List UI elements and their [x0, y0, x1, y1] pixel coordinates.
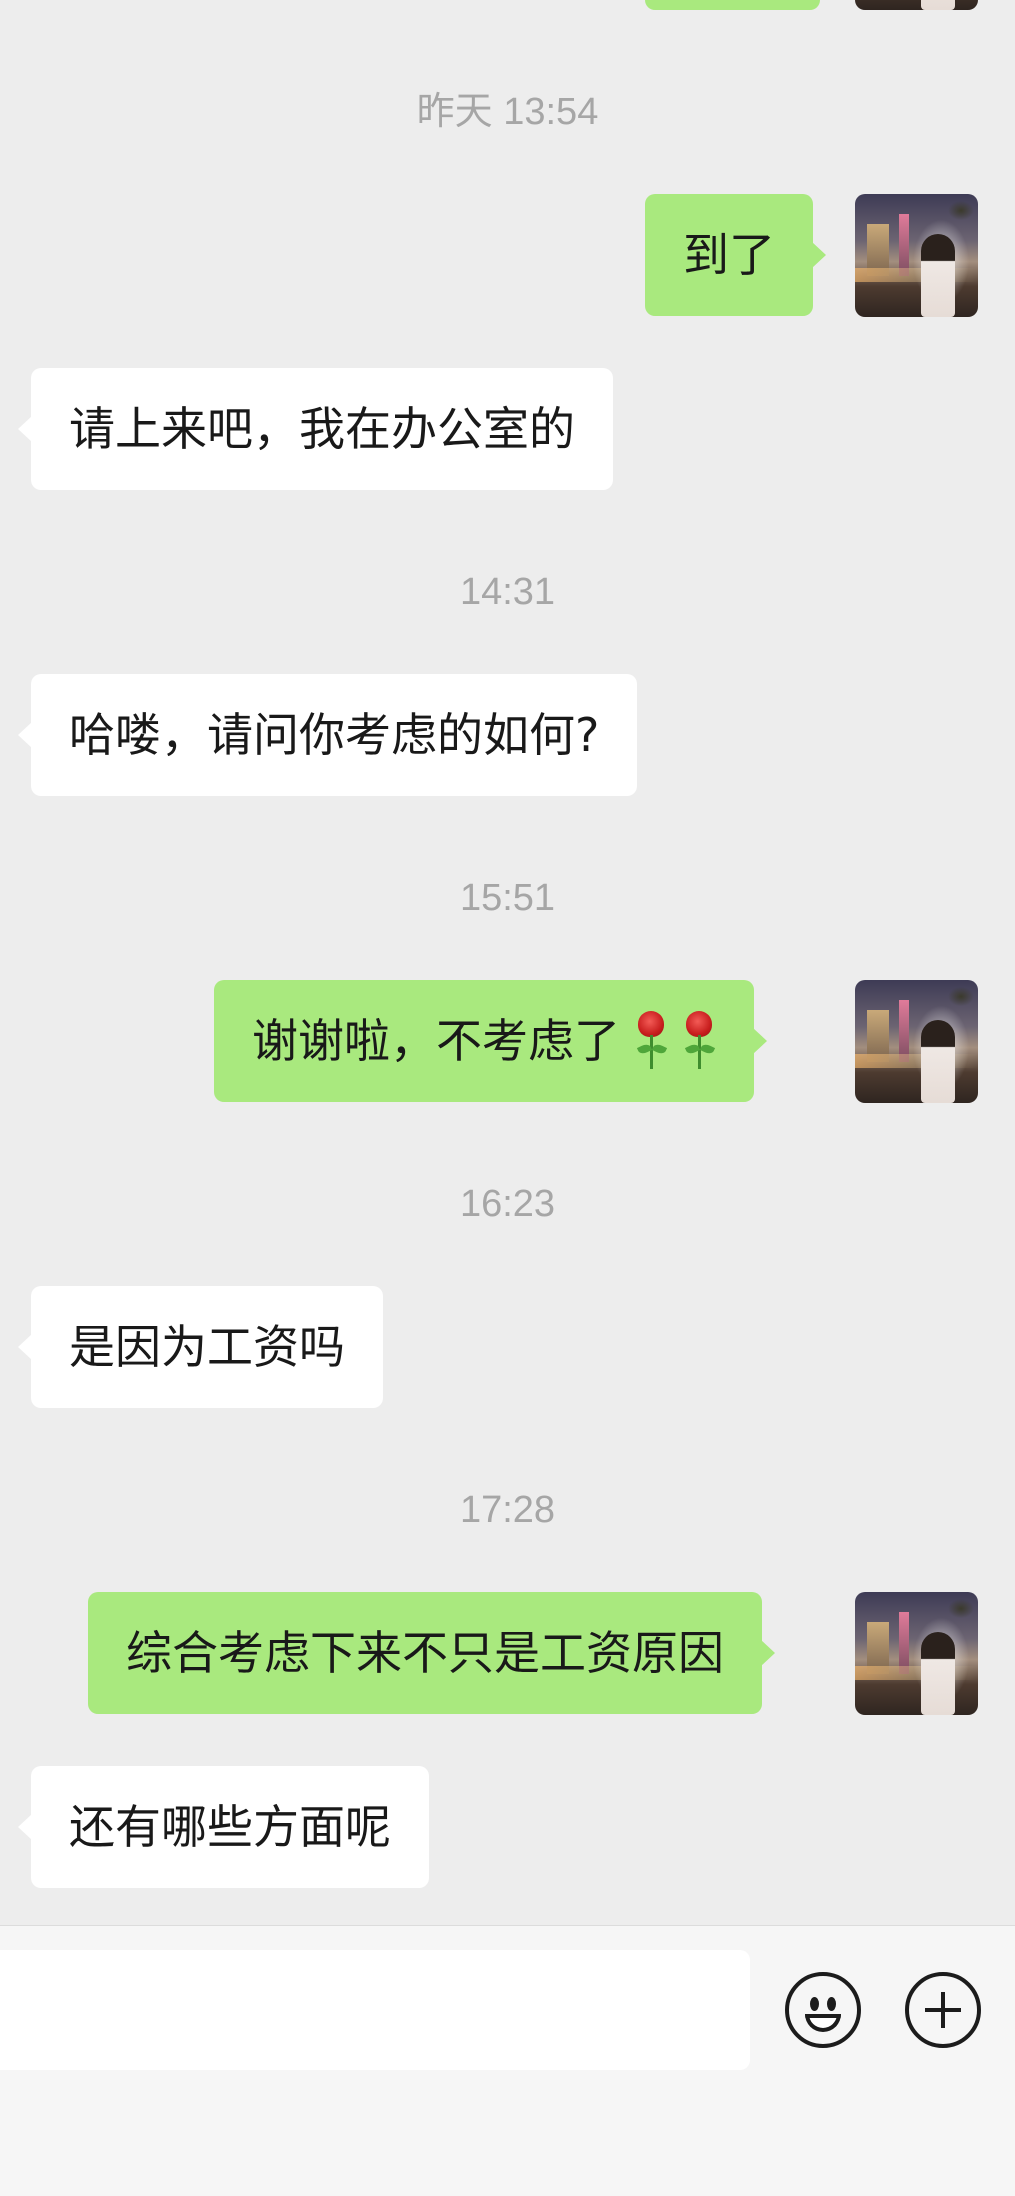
message-text: 谢谢啦，不考虑了	[252, 1014, 620, 1068]
message-text: 请上来吧，我在办公室的	[69, 402, 575, 456]
timestamp: 17:28	[459, 1489, 556, 1531]
rose-icon	[634, 1011, 668, 1071]
user-avatar[interactable]	[855, 194, 978, 317]
timestamp: 16:23	[459, 1183, 556, 1225]
plus-circle-icon[interactable]	[905, 1972, 981, 2048]
smiley-icon[interactable]	[785, 1972, 861, 2048]
timestamp: 14:31	[459, 571, 556, 613]
message-text: 到了	[683, 228, 775, 282]
input-bar	[0, 1925, 1015, 2196]
timestamp: 15:51	[459, 877, 556, 919]
message-text: 是因为工资吗	[69, 1320, 345, 1374]
message-bubble-incoming[interactable]: 还有哪些方面呢	[18, 1766, 429, 1888]
user-avatar[interactable]	[855, 0, 978, 10]
message-bubble-incoming[interactable]: 是因为工资吗	[18, 1286, 383, 1408]
message-bubble-incoming[interactable]: 请上来吧，我在办公室的	[18, 368, 613, 490]
chat-message-area[interactable]: 昨天 13:54 到了 请上来吧，我在办公室的 14:31 哈喽，请问你考虑的如…	[0, 0, 1015, 1925]
timestamp: 昨天 13:54	[416, 91, 599, 133]
message-text: 综合考虑下来不只是工资原因	[126, 1626, 724, 1680]
user-avatar[interactable]	[855, 1592, 978, 1715]
message-text: 哈喽，请问你考虑的如何?	[69, 708, 600, 762]
message-input[interactable]	[0, 1950, 750, 2070]
message-bubble-outgoing[interactable]: 到了	[645, 194, 826, 316]
message-text: 还有哪些方面呢	[69, 1800, 391, 1854]
message-bubble-incoming[interactable]: 哈喽，请问你考虑的如何?	[17, 674, 638, 796]
rose-icon	[682, 1011, 716, 1071]
message-bubble-outgoing[interactable]: 谢谢啦，不考虑了	[214, 980, 767, 1102]
message-bubble-outgoing-partial[interactable]	[645, 0, 820, 10]
message-bubble-outgoing[interactable]: 综合考虑下来不只是工资原因	[88, 1592, 775, 1714]
user-avatar[interactable]	[855, 980, 978, 1103]
